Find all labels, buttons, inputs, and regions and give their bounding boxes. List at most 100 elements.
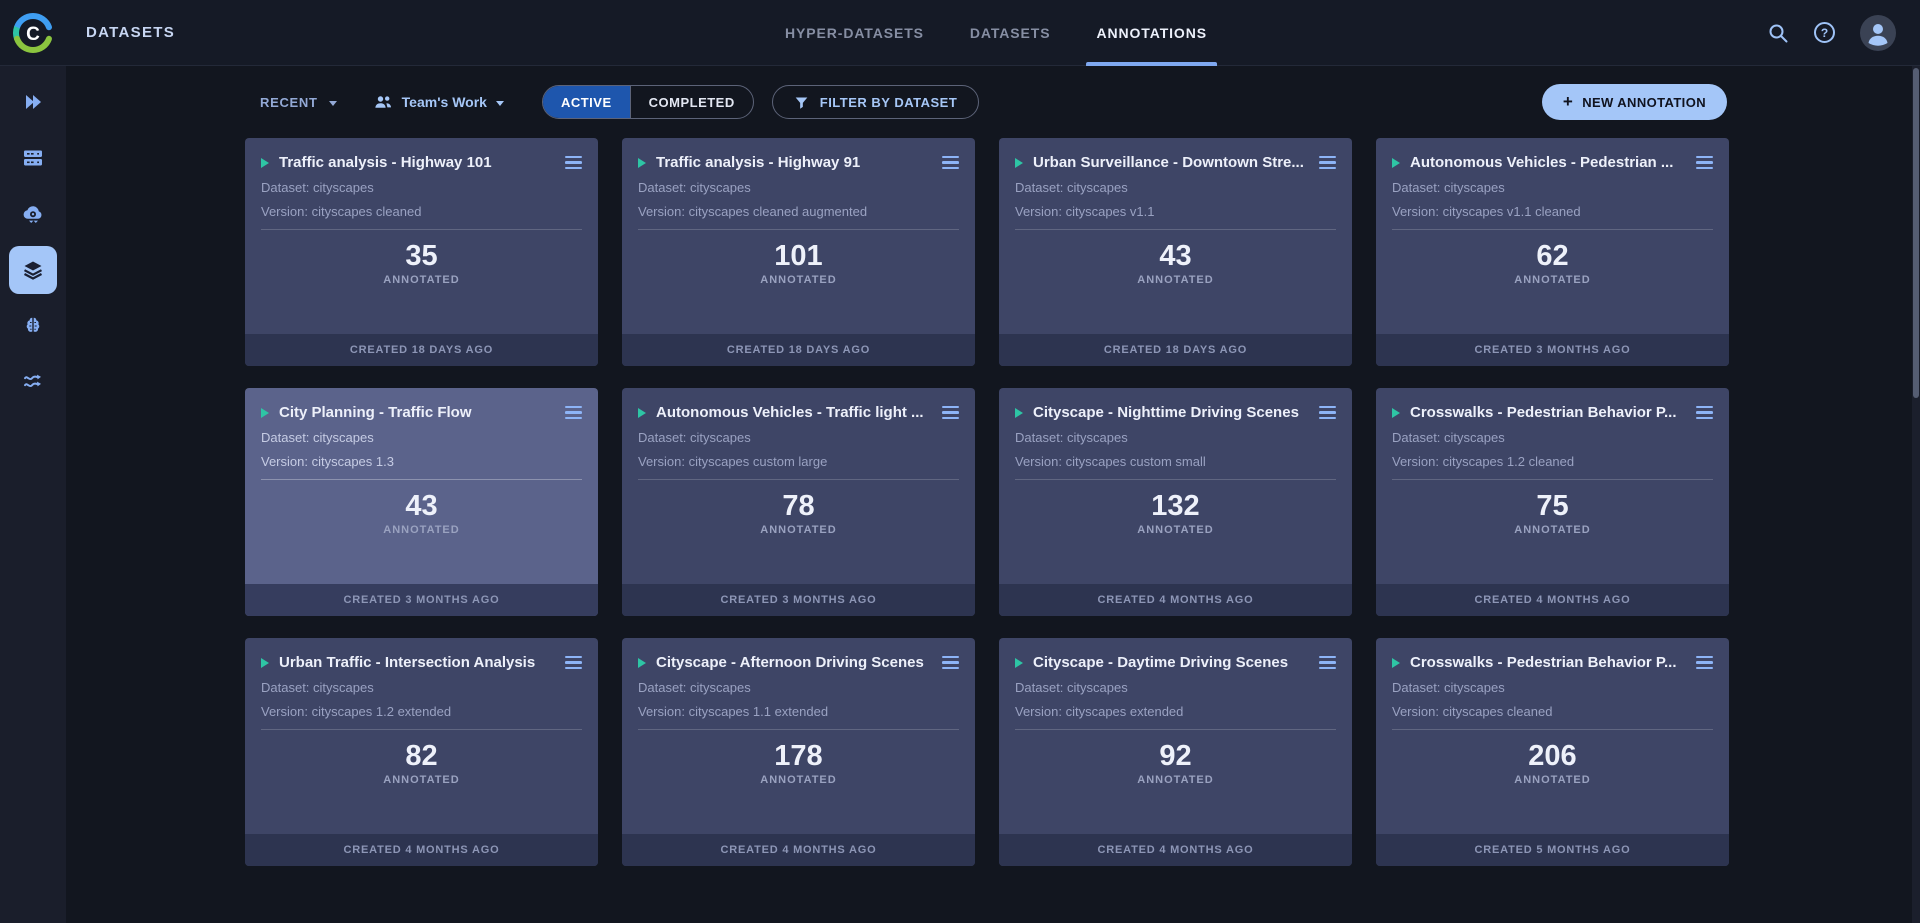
annotated-label: ANNOTATED [999, 274, 1352, 286]
annotation-card[interactable]: Urban Traffic - Intersection Analysis Da… [245, 638, 598, 866]
menu-icon[interactable] [1696, 156, 1713, 170]
tab-hyper-datasets[interactable]: HYPER-DATASETS [785, 0, 924, 66]
app-logo[interactable]: C [0, 11, 66, 55]
tab-datasets[interactable]: DATASETS [970, 0, 1051, 66]
new-annotation-label: NEW ANNOTATION [1582, 95, 1706, 110]
page-title: DATASETS [86, 24, 175, 41]
menu-icon[interactable] [1319, 656, 1336, 670]
menu-icon[interactable] [1319, 156, 1336, 170]
play-icon [1392, 408, 1400, 418]
sort-dropdown[interactable]: RECENT [260, 95, 337, 110]
card-version: Version: cityscapes cleaned [245, 204, 598, 219]
card-dataset: Dataset: cityscapes [622, 430, 975, 445]
clearml-logo-icon: C [11, 11, 55, 55]
menu-icon[interactable] [942, 656, 959, 670]
card-version: Version: cityscapes cleaned [1376, 704, 1729, 719]
annotated-count: 35 [245, 240, 598, 272]
scrollbar-thumb[interactable] [1913, 68, 1919, 398]
annotated-count: 178 [622, 740, 975, 772]
annotated-count: 43 [245, 490, 598, 522]
annotated-label: ANNOTATED [245, 524, 598, 536]
filter-funnel-icon [794, 95, 809, 110]
card-title: Urban Traffic - Intersection Analysis [279, 654, 555, 671]
scrollbar[interactable] [1912, 66, 1920, 923]
menu-icon[interactable] [565, 406, 582, 420]
card-stats: 132 ANNOTATED [999, 480, 1352, 536]
menu-icon[interactable] [942, 406, 959, 420]
menu-icon[interactable] [1696, 656, 1713, 670]
card-dataset: Dataset: cityscapes [622, 180, 975, 195]
annotation-card[interactable]: Crosswalks - Pedestrian Behavior P... Da… [1376, 388, 1729, 616]
filter-by-dataset-button[interactable]: FILTER BY DATASET [772, 85, 980, 119]
annotation-card[interactable]: City Planning - Traffic Flow Dataset: ci… [245, 388, 598, 616]
card-version: Version: cityscapes 1.2 extended [245, 704, 598, 719]
menu-icon[interactable] [565, 156, 582, 170]
sidebar-item-models[interactable] [9, 302, 57, 350]
card-stats: 101 ANNOTATED [622, 230, 975, 286]
card-created: CREATED 18 DAYS AGO [622, 334, 975, 366]
sidebar-item-launch[interactable] [9, 78, 57, 126]
card-title: Autonomous Vehicles - Traffic light ... [656, 404, 932, 421]
menu-icon[interactable] [942, 156, 959, 170]
cloud-gear-icon [21, 202, 45, 226]
menu-icon[interactable] [1696, 406, 1713, 420]
avatar[interactable] [1860, 15, 1896, 51]
search-icon[interactable] [1767, 22, 1789, 44]
toggle-active[interactable]: ACTIVE [543, 86, 630, 118]
annotated-count: 43 [999, 240, 1352, 272]
play-icon [638, 658, 646, 668]
card-stats: 62 ANNOTATED [1376, 230, 1729, 286]
sidebar-item-pipelines[interactable] [9, 358, 57, 406]
card-title: City Planning - Traffic Flow [279, 404, 555, 421]
menu-icon[interactable] [565, 656, 582, 670]
annotated-label: ANNOTATED [999, 524, 1352, 536]
play-icon [261, 408, 269, 418]
card-title: Cityscape - Nighttime Driving Scenes [1033, 404, 1309, 421]
card-stats: 78 ANNOTATED [622, 480, 975, 536]
toggle-completed[interactable]: COMPLETED [630, 86, 753, 118]
help-icon[interactable]: ? [1813, 21, 1836, 44]
annotated-label: ANNOTATED [622, 774, 975, 786]
sidebar-item-workers[interactable] [9, 134, 57, 182]
app-window: C DATASETS HYPER-DATASETS DATASETS ANNOT… [0, 0, 1920, 923]
annotation-card[interactable]: Traffic analysis - Highway 91 Dataset: c… [622, 138, 975, 366]
annotation-card[interactable]: Autonomous Vehicles - Pedestrian ... Dat… [1376, 138, 1729, 366]
team-filter-dropdown[interactable]: Team's Work [373, 94, 504, 111]
annotation-card[interactable]: Cityscape - Daytime Driving Scenes Datas… [999, 638, 1352, 866]
annotated-count: 78 [622, 490, 975, 522]
tab-annotations[interactable]: ANNOTATIONS [1096, 0, 1206, 66]
toolbar: RECENT Team's Work ACTIVE COMPLETED [260, 82, 1727, 122]
card-stats: 43 ANNOTATED [999, 230, 1352, 286]
card-title: Traffic analysis - Highway 101 [279, 154, 555, 171]
card-version: Version: cityscapes cleaned augmented [622, 204, 975, 219]
chevron-down-icon [496, 101, 504, 106]
annotated-label: ANNOTATED [622, 524, 975, 536]
card-version: Version: cityscapes 1.2 cleaned [1376, 454, 1729, 469]
card-stats: 92 ANNOTATED [999, 730, 1352, 786]
annotation-card[interactable]: Crosswalks - Pedestrian Behavior P... Da… [1376, 638, 1729, 866]
play-icon [1392, 158, 1400, 168]
card-title: Cityscape - Afternoon Driving Scenes [656, 654, 932, 671]
server-rack-icon [21, 146, 45, 170]
card-stats: 82 ANNOTATED [245, 730, 598, 786]
menu-icon[interactable] [1319, 406, 1336, 420]
annotation-card[interactable]: Traffic analysis - Highway 101 Dataset: … [245, 138, 598, 366]
annotation-card[interactable]: Cityscape - Afternoon Driving Scenes Dat… [622, 638, 975, 866]
card-stats: 206 ANNOTATED [1376, 730, 1729, 786]
card-created: CREATED 4 MONTHS AGO [999, 834, 1352, 866]
annotation-card[interactable]: Cityscape - Nighttime Driving Scenes Dat… [999, 388, 1352, 616]
card-created: CREATED 4 MONTHS AGO [1376, 584, 1729, 616]
status-toggle: ACTIVE COMPLETED [542, 85, 754, 119]
annotated-label: ANNOTATED [1376, 774, 1729, 786]
annotated-label: ANNOTATED [999, 774, 1352, 786]
annotated-label: ANNOTATED [1376, 274, 1729, 286]
filter-label: FILTER BY DATASET [820, 95, 958, 110]
card-created: CREATED 4 MONTHS AGO [999, 584, 1352, 616]
card-dataset: Dataset: cityscapes [622, 680, 975, 695]
new-annotation-button[interactable]: + NEW ANNOTATION [1542, 84, 1727, 120]
annotation-card[interactable]: Autonomous Vehicles - Traffic light ... … [622, 388, 975, 616]
card-dataset: Dataset: cityscapes [1376, 180, 1729, 195]
sidebar-item-serving[interactable] [9, 190, 57, 238]
annotation-card[interactable]: Urban Surveillance - Downtown Stre... Da… [999, 138, 1352, 366]
sidebar-item-datasets[interactable] [9, 246, 57, 294]
